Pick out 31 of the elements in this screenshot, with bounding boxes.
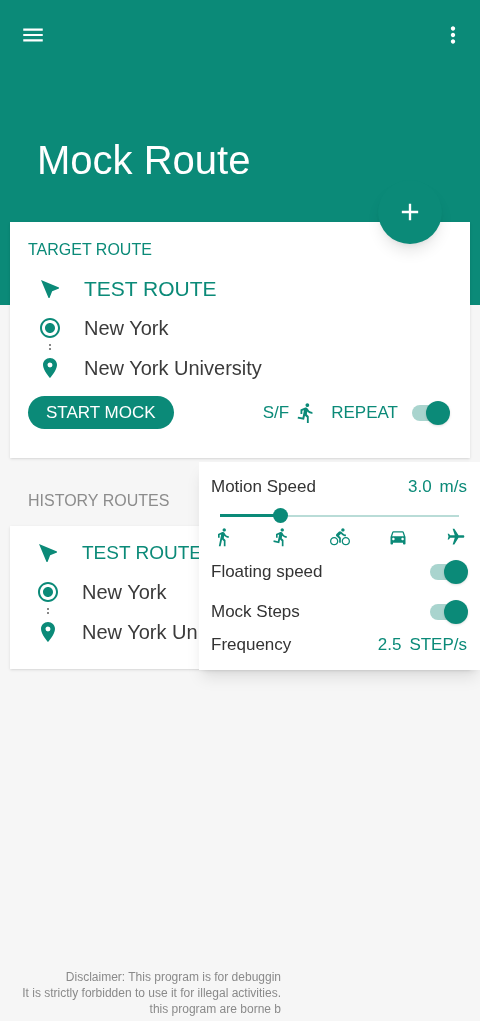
start-point-icon [38,316,62,340]
start-mock-button[interactable]: START MOCK [28,396,174,429]
motion-speed-label: Motion Speed [211,476,316,498]
navigation-arrow-icon [38,277,62,301]
speed-value: 3.0 [407,476,432,498]
bicycle-icon[interactable] [329,526,350,547]
end-location: New York Un [82,620,198,645]
disclaimer-text: Disclaimer: This program is for debuggin [65,969,281,985]
mock-steps-label: Mock Steps [211,600,300,623]
page-title: Mock Route [37,140,252,180]
end-location: New York University [84,356,262,381]
frequency-value: 2.5 [377,633,402,656]
route-name: TEST ROUTE [84,276,217,303]
section-heading: TARGET ROUTE [28,242,153,258]
repeat-label: REPEAT [331,401,398,424]
airplane-icon[interactable] [446,526,466,547]
section-heading: HISTORY ROUTES [28,492,170,509]
disclaimer-text: It is strictly forbidden to use it for illegal activities. [22,985,281,1001]
speed-unit: m/s [439,476,467,498]
route-name: TEST ROUTE [82,540,202,565]
sf-label: S/F [262,401,290,424]
frequency-label: Frequency [211,633,292,656]
frequency-unit: STEP/s [409,633,467,656]
start-point-icon [36,580,60,604]
disclaimer-text: this program are borne b [149,1001,281,1017]
navigation-arrow-icon [36,541,60,565]
start-location: New York [82,580,167,605]
slider-thumb[interactable] [272,508,288,523]
start-location: New York [84,316,169,341]
floating-speed-label: Floating speed [211,560,323,583]
speed-slider[interactable] [220,507,459,524]
